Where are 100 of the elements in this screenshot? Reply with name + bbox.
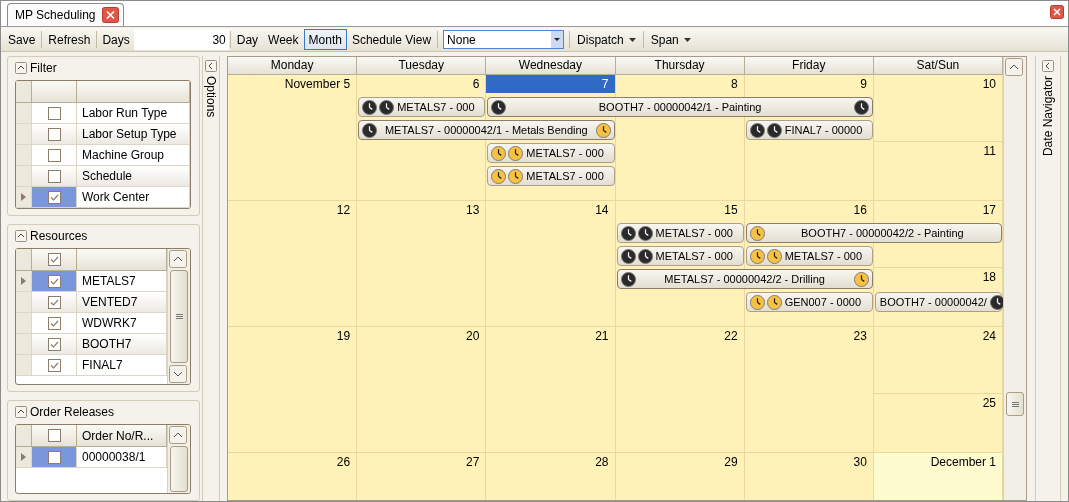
day-number[interactable]: 6 bbox=[357, 75, 486, 93]
grid-row[interactable]: BOOTH7 bbox=[16, 334, 167, 355]
day-number[interactable]: 10 bbox=[873, 75, 1002, 93]
day-number[interactable]: 29 bbox=[615, 453, 744, 471]
day-number[interactable]: 22 bbox=[615, 327, 744, 345]
day-number[interactable]: 27 bbox=[357, 453, 486, 471]
checkbox[interactable] bbox=[47, 169, 61, 183]
checkbox[interactable] bbox=[47, 190, 61, 204]
appointment[interactable]: METALS7 - 00000042/2 - Drilling bbox=[616, 269, 873, 289]
view-button[interactable]: Schedule View bbox=[346, 29, 437, 50]
day-number[interactable]: 23 bbox=[744, 327, 873, 345]
day-number[interactable]: 20 bbox=[357, 327, 486, 345]
day-number[interactable]: 11 bbox=[873, 142, 1002, 160]
row-pointer-icon bbox=[21, 453, 26, 461]
checkbox[interactable] bbox=[47, 148, 61, 162]
appointment[interactable]: BOOTH7 - 00000042/1 - Painting bbox=[487, 97, 873, 117]
day-number[interactable]: 17 bbox=[873, 201, 1002, 219]
grid-row-label: Schedule bbox=[77, 166, 190, 187]
day-header: Friday bbox=[744, 57, 874, 75]
grid-row[interactable]: Work Center bbox=[16, 187, 190, 208]
caret-icon bbox=[683, 37, 691, 42]
appointment[interactable]: METALS7 - 000 bbox=[358, 97, 486, 117]
day-number[interactable]: 21 bbox=[486, 327, 615, 345]
grid-row[interactable]: Labor Setup Type bbox=[16, 124, 190, 145]
day-number[interactable]: 8 bbox=[615, 75, 744, 93]
day-number[interactable]: 16 bbox=[744, 201, 873, 219]
day-number[interactable]: 26 bbox=[228, 453, 357, 471]
row-pointer-icon bbox=[21, 193, 26, 201]
menu-button[interactable]: Span bbox=[644, 29, 697, 50]
appointment[interactable]: FINAL7 - 00000 bbox=[745, 120, 873, 140]
day-number[interactable]: 30 bbox=[744, 453, 873, 471]
day-number[interactable]: 15 bbox=[615, 201, 744, 219]
toolbar-button[interactable]: Refresh bbox=[43, 29, 96, 50]
expand-icon[interactable] bbox=[1042, 60, 1054, 72]
checkbox[interactable] bbox=[47, 358, 61, 372]
close-icon[interactable] bbox=[1050, 5, 1064, 19]
appointment[interactable]: METALS7 - 000 bbox=[487, 166, 615, 186]
grid-row[interactable]: Schedule bbox=[16, 166, 190, 187]
day-number[interactable]: 25 bbox=[873, 394, 1002, 412]
toolbar-button[interactable]: Save bbox=[3, 29, 41, 50]
scroll-up-button[interactable] bbox=[169, 426, 187, 444]
day-number[interactable]: November 5 bbox=[228, 75, 357, 93]
scrollbar[interactable] bbox=[167, 425, 190, 493]
view-button[interactable]: Day bbox=[231, 29, 264, 50]
scroll-thumb[interactable] bbox=[170, 270, 188, 363]
day-number[interactable]: 14 bbox=[486, 201, 615, 219]
field-label: Days bbox=[101, 32, 131, 47]
day-number[interactable]: 28 bbox=[486, 453, 615, 471]
appointment[interactable]: METALS7 - 000 bbox=[745, 246, 873, 266]
grid-row-label: Work Center bbox=[77, 187, 190, 208]
days-field[interactable]: 30 bbox=[133, 29, 229, 50]
appointment[interactable]: METALS7 - 000 bbox=[487, 143, 615, 163]
close-icon[interactable] bbox=[101, 7, 119, 23]
day-number[interactable]: 7 bbox=[486, 75, 615, 93]
checkbox[interactable] bbox=[47, 450, 61, 464]
scroll-down-button[interactable] bbox=[169, 365, 187, 383]
day-number[interactable]: 19 bbox=[228, 327, 357, 345]
panel-title: Order Releases bbox=[30, 404, 115, 419]
dropdown[interactable]: None bbox=[443, 30, 565, 49]
document-tab[interactable]: MP Scheduling bbox=[7, 3, 124, 26]
day-number[interactable]: 18 bbox=[873, 268, 1002, 286]
scroll-thumb[interactable] bbox=[170, 446, 188, 492]
grid-row[interactable]: 00000038/1 bbox=[16, 447, 167, 468]
checkbox[interactable] bbox=[47, 253, 61, 266]
collapse-icon[interactable] bbox=[15, 61, 27, 74]
grid-row[interactable]: FINAL7 bbox=[16, 355, 167, 376]
panel-title[interactable]: Options bbox=[204, 76, 218, 118]
day-number[interactable]: 9 bbox=[744, 75, 873, 93]
collapse-icon[interactable] bbox=[15, 229, 27, 242]
scroll-up-button[interactable] bbox=[1005, 58, 1023, 76]
grid-row[interactable]: VENTED7 bbox=[16, 292, 167, 313]
checkbox[interactable] bbox=[47, 274, 61, 288]
appointment[interactable]: BOOTH7 - 00000042/ bbox=[874, 292, 1002, 312]
appointment[interactable]: BOOTH7 - 00000042/2 - Painting bbox=[745, 223, 1002, 243]
scroll-thumb[interactable] bbox=[1006, 392, 1024, 416]
row-header bbox=[16, 292, 32, 313]
checkbox[interactable] bbox=[47, 429, 61, 442]
appointment[interactable]: GEN007 - 0000 bbox=[745, 292, 873, 312]
checkbox[interactable] bbox=[47, 127, 61, 141]
checkbox[interactable] bbox=[47, 106, 61, 120]
collapse-icon[interactable] bbox=[15, 405, 27, 418]
day-number[interactable]: December 1 bbox=[873, 453, 1002, 471]
view-button[interactable]: Month bbox=[303, 29, 347, 50]
scroll-up-button[interactable] bbox=[169, 250, 187, 268]
panel-title[interactable]: Date Navigator bbox=[1041, 76, 1055, 157]
appointment[interactable]: METALS7 - 00000042/1 - Metals Bending bbox=[358, 120, 615, 140]
menu-button[interactable]: Dispatch bbox=[571, 29, 642, 50]
day-number[interactable]: 12 bbox=[228, 201, 357, 219]
expand-icon[interactable] bbox=[205, 60, 217, 72]
scrollbar[interactable] bbox=[167, 249, 190, 384]
day-number[interactable]: 13 bbox=[357, 201, 486, 219]
checkbox[interactable] bbox=[47, 316, 61, 330]
checkbox[interactable] bbox=[47, 295, 61, 309]
scrollbar[interactable] bbox=[1003, 57, 1026, 500]
appointment[interactable]: METALS7 - 000 bbox=[616, 223, 744, 243]
checkbox[interactable] bbox=[47, 337, 61, 351]
day-number[interactable]: 24 bbox=[873, 327, 1002, 345]
row-header bbox=[16, 313, 32, 334]
view-button[interactable]: Week bbox=[263, 29, 304, 50]
appointment[interactable]: METALS7 - 000 bbox=[616, 246, 744, 266]
